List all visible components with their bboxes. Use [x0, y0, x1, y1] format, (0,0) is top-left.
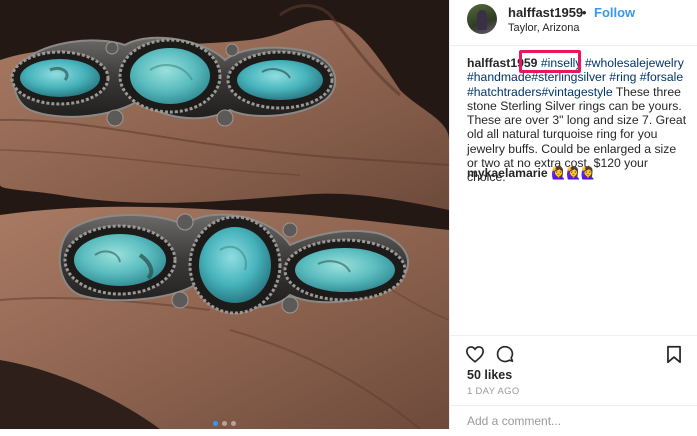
- post-actions: 50 likes 1 DAY AGO: [450, 335, 697, 435]
- location-link[interactable]: Taylor, Arizona: [508, 22, 580, 34]
- caption-username[interactable]: halffast1959: [467, 56, 537, 70]
- bookmark-icon[interactable]: [666, 345, 682, 369]
- header-username[interactable]: halffast1959: [508, 5, 583, 20]
- hashtag-link[interactable]: #inselly: [541, 56, 582, 70]
- likes-count[interactable]: 50 likes: [467, 368, 512, 382]
- carousel-dot-2[interactable]: [222, 421, 227, 426]
- follow-button[interactable]: Follow: [594, 5, 635, 20]
- post-timestamp[interactable]: 1 DAY AGO: [467, 386, 520, 397]
- hashtag-link[interactable]: #handmade: [467, 70, 531, 84]
- comment-row: mykaelamarie 🙋‍♀️🙋‍♀️🙋‍♀️: [467, 166, 689, 181]
- add-comment-input[interactable]: [467, 414, 682, 428]
- hashtag-link[interactable]: #ring: [609, 70, 636, 84]
- post-side-panel: halffast1959 • Follow Taylor, Arizona ha…: [449, 0, 697, 429]
- add-comment-bar: [450, 405, 697, 436]
- header-separator: •: [582, 5, 587, 20]
- carousel-dots: [0, 421, 449, 426]
- carousel-dot-3[interactable]: [231, 421, 236, 426]
- comment-text: 🙋‍♀️🙋‍♀️🙋‍♀️: [551, 166, 596, 180]
- avatar[interactable]: [467, 4, 497, 34]
- hashtag-link[interactable]: #sterlingsilver: [531, 70, 606, 84]
- hashtag-link[interactable]: #forsale: [640, 70, 683, 84]
- comment-username[interactable]: mykaelamarie: [467, 166, 548, 180]
- comment-icon[interactable]: [495, 345, 515, 369]
- heart-icon[interactable]: [465, 345, 485, 368]
- post-header: halffast1959 • Follow Taylor, Arizona: [450, 0, 697, 46]
- hashtag-link[interactable]: #vintagestyle: [542, 85, 613, 99]
- ring-upper: [10, 36, 337, 127]
- post-photo[interactable]: [0, 0, 449, 429]
- hashtag-link[interactable]: #wholesalejewelry: [585, 56, 684, 70]
- photo-hands-with-rings: [0, 0, 449, 429]
- carousel-dot-1[interactable]: [213, 421, 218, 426]
- hashtag-link[interactable]: #hatchtraders: [467, 85, 542, 99]
